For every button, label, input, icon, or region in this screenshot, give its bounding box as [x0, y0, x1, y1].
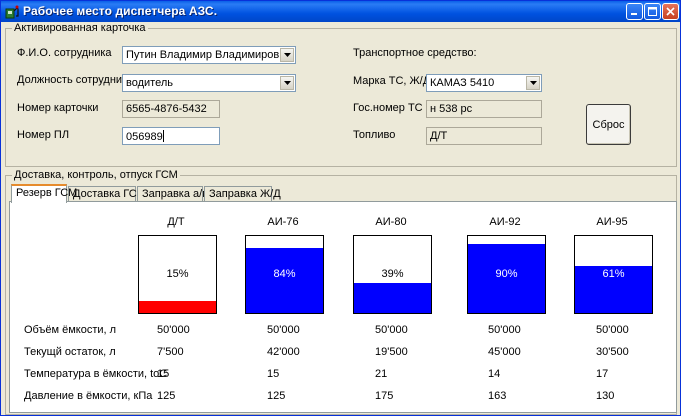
- tank-gauge: 90%: [467, 235, 546, 314]
- brand-select[interactable]: КАМАЗ 5410: [426, 74, 542, 92]
- chevron-down-icon[interactable]: [280, 76, 294, 90]
- card-number-label: Номер карточки: [17, 102, 99, 114]
- plate-field: н 538 рс: [426, 100, 542, 118]
- tank-volume-value: 50'000: [488, 324, 521, 336]
- temperature-row-label: Температура в ёмкости, toC: [24, 368, 168, 380]
- tank-remaining-value: 30'500: [596, 346, 629, 358]
- employee-label: Ф.И.О. сотрудника: [17, 47, 112, 59]
- pl-number-value: 056989: [126, 131, 163, 143]
- tank-volume-value: 50'000: [157, 324, 190, 336]
- fuel-label: Топливо: [353, 129, 396, 141]
- chevron-down-icon[interactable]: [280, 48, 294, 62]
- brand-label: Марка ТС, Ж/Д: [353, 75, 431, 87]
- title-bar[interactable]: Рабочее место диспетчера АЗС.: [1, 1, 680, 22]
- tab-rail-refuel[interactable]: Заправка Ж/Д: [204, 186, 281, 202]
- tank-level-text: 39%: [381, 268, 404, 280]
- tank-temperature-value: 21: [375, 368, 388, 380]
- position-value: водитель: [126, 77, 173, 89]
- tank-gauge: 15%: [138, 235, 217, 314]
- vehicle-label: Транспортное средство:: [353, 47, 477, 59]
- tank-gauge: 61%: [574, 235, 653, 314]
- remaining-row-label: Текущй остаток, л: [24, 346, 116, 358]
- pressure-row-label: Давление в ёмкости, кПа: [24, 390, 153, 402]
- reserve-panel: Д/Т АИ-76 АИ-80 АИ-92 АИ-95 15% 84% 39% …: [9, 201, 677, 413]
- tank-volume-value: 50'000: [596, 324, 629, 336]
- minimize-icon: [631, 13, 637, 15]
- tab-reserve[interactable]: Резерв ГСМ: [11, 184, 77, 203]
- employee-select[interactable]: Путин Владимир Владимирович: [122, 46, 296, 64]
- tank-name: АИ-80: [375, 216, 407, 228]
- tank-level-text: 90%: [495, 268, 518, 280]
- close-icon: [666, 7, 675, 16]
- tank-pressure-value: 175: [375, 390, 394, 402]
- reset-button[interactable]: Сброс: [586, 104, 631, 145]
- app-window: Рабочее место диспетчера АЗС. Активирова…: [0, 0, 681, 416]
- tank-temperature-value: 17: [596, 368, 609, 380]
- pl-number-input[interactable]: 056989: [122, 127, 220, 145]
- activated-card-legend: Активированная карточка: [12, 22, 148, 34]
- position-select[interactable]: водитель: [122, 74, 296, 92]
- app-icon: [5, 5, 19, 19]
- tank-level-text: 15%: [166, 268, 189, 280]
- tank-temperature-value: 14: [488, 368, 501, 380]
- window-title: Рабочее место диспетчера АЗС.: [23, 4, 218, 18]
- tab-car-refuel[interactable]: Заправка а/м: [137, 186, 210, 202]
- maximize-icon: [648, 7, 657, 16]
- text-caret: [162, 130, 164, 142]
- plate-label: Гос.номер ТС: [353, 102, 423, 114]
- employee-value: Путин Владимир Владимирович: [126, 49, 292, 61]
- position-label: Должность сотрудника: [17, 74, 134, 86]
- tank-pressure-value: 163: [488, 390, 507, 402]
- pl-number-label: Номер ПЛ: [17, 129, 70, 141]
- card-number-field: 6565-4876-5432: [122, 100, 220, 118]
- tank-name: Д/Т: [167, 216, 185, 228]
- tank-remaining-value: 7'500: [157, 346, 184, 358]
- fuel-value: Д/Т: [430, 130, 448, 142]
- volume-row-label: Объём ёмкости, л: [24, 324, 117, 336]
- tank-name: АИ-92: [489, 216, 521, 228]
- fuel-field: Д/Т: [426, 127, 542, 145]
- tank-gauge: 39%: [353, 235, 432, 314]
- tank-remaining-value: 42'000: [267, 346, 300, 358]
- tank-level-fill: [354, 282, 431, 313]
- activated-card-group: Активированная карточка Ф.И.О. сотрудник…: [5, 22, 677, 167]
- close-button[interactable]: [662, 3, 679, 20]
- tank-level-text: 84%: [273, 268, 296, 280]
- tank-remaining-value: 45'000: [488, 346, 521, 358]
- minimize-button[interactable]: [626, 3, 643, 20]
- plate-value: н 538 рс: [430, 103, 473, 115]
- tank-volume-value: 50'000: [267, 324, 300, 336]
- tank-name: АИ-95: [596, 216, 628, 228]
- tank-pressure-value: 125: [267, 390, 286, 402]
- tank-gauge: 84%: [245, 235, 324, 314]
- tank-level-fill: [139, 301, 216, 313]
- tank-temperature-value: 15: [267, 368, 280, 380]
- maximize-button[interactable]: [644, 3, 661, 20]
- tank-name: АИ-76: [267, 216, 299, 228]
- tank-volume-value: 50'000: [375, 324, 408, 336]
- tank-pressure-value: 125: [157, 390, 176, 402]
- tank-temperature-value: 15: [157, 368, 170, 380]
- tab-delivery[interactable]: Доставка ГСМ: [68, 186, 146, 202]
- tank-level-text: 61%: [602, 268, 625, 280]
- delivery-legend: Доставка, контроль, отпуск ГСМ: [12, 169, 180, 181]
- tank-remaining-value: 19'500: [375, 346, 408, 358]
- chevron-down-icon[interactable]: [526, 76, 540, 90]
- brand-value: КАМАЗ 5410: [430, 77, 495, 89]
- card-number-value: 6565-4876-5432: [126, 103, 207, 115]
- tank-pressure-value: 130: [596, 390, 615, 402]
